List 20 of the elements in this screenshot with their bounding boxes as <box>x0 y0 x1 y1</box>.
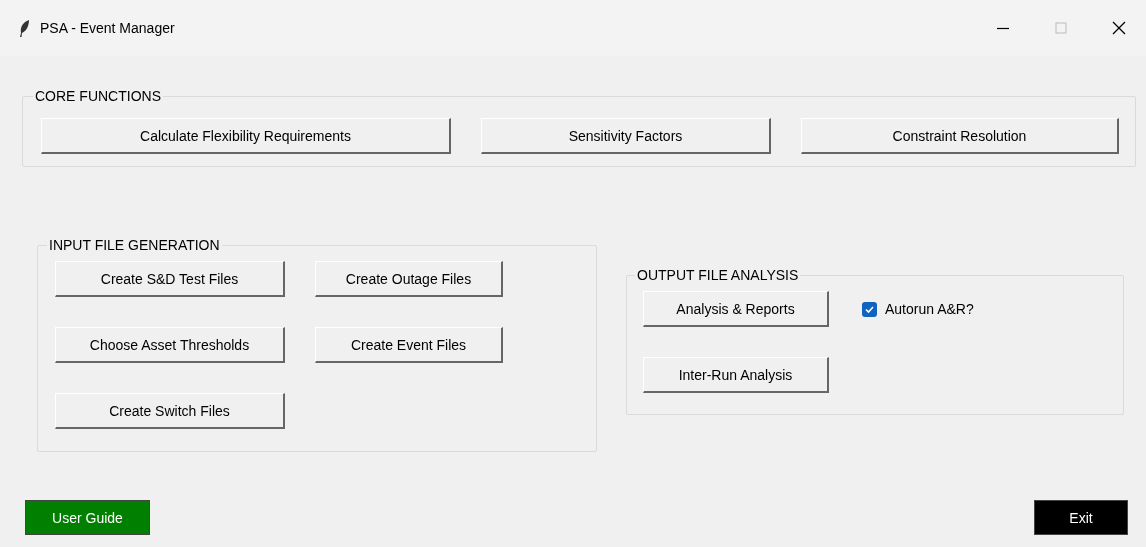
exit-button[interactable]: Exit <box>1034 500 1128 535</box>
action-button[interactable]: Create Switch Files <box>55 393 285 429</box>
feather-icon <box>19 19 30 37</box>
group-title: OUTPUT FILE ANALYSIS <box>636 267 800 283</box>
action-button[interactable]: Create Event Files <box>315 327 503 363</box>
checkbox[interactable] <box>862 301 877 317</box>
group-title: INPUT FILE GENERATION <box>48 237 221 253</box>
window-title: PSA - Event Manager <box>40 20 176 36</box>
guide-button[interactable]: User Guide <box>25 500 150 535</box>
action-button[interactable]: Create Outage Files <box>315 261 503 297</box>
close-icon[interactable] <box>1110 19 1128 37</box>
action-button[interactable]: Choose Asset Thresholds <box>55 327 285 363</box>
checkbox-label: Autorun A&R? <box>885 301 974 317</box>
group-title: CORE FUNCTIONS <box>34 88 162 104</box>
action-button[interactable]: Create S&D Test Files <box>55 261 285 297</box>
function-button[interactable]: Constraint Resolution <box>801 118 1119 154</box>
action-button[interactable]: Analysis & Reports <box>643 291 829 327</box>
function-button[interactable]: Sensitivity Factors <box>481 118 771 154</box>
action-button[interactable]: Inter-Run Analysis <box>643 357 829 393</box>
function-button[interactable]: Calculate Flexibility Requirements <box>41 118 451 154</box>
